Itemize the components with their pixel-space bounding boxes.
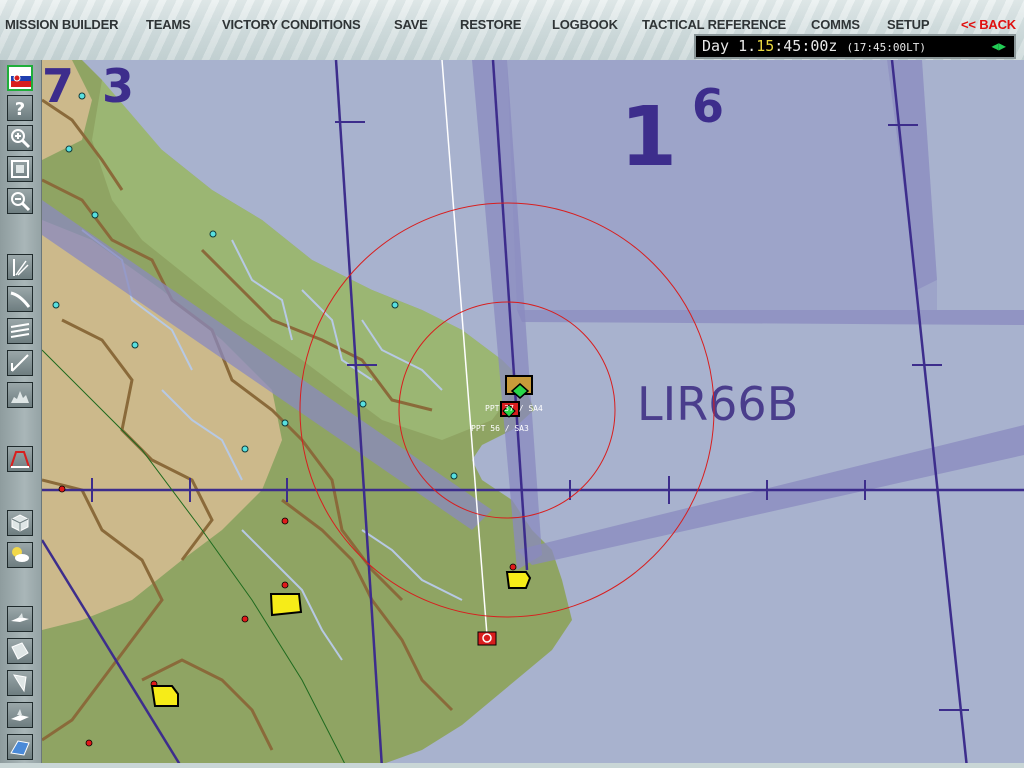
city-marker <box>150 685 179 707</box>
clock-day-label: Day <box>702 37 730 55</box>
flight-icon[interactable] <box>7 702 33 728</box>
clock-local-time: (17:45:00LT) <box>846 41 926 54</box>
grid-number-3: 3 <box>102 60 134 113</box>
zoom-out-icon[interactable] <box>7 188 33 214</box>
menu-setup[interactable]: SETUP <box>887 17 930 32</box>
map-toolbar: ? <box>0 60 42 768</box>
city-marker <box>269 593 303 617</box>
menu-save[interactable]: SAVE <box>394 17 428 32</box>
elevation-profile-icon[interactable] <box>7 446 33 472</box>
grid-number-1: 1 <box>620 90 677 185</box>
airspace-label: LIR66B <box>637 377 798 431</box>
zoom-in-icon[interactable] <box>7 125 33 151</box>
airbase-icon[interactable] <box>7 734 33 760</box>
object-layer-icon[interactable] <box>7 510 33 536</box>
mission-clock: Day 1.15:45:00z (17:45:00LT) ◀▶ <box>694 34 1016 59</box>
clock-hours: 15 <box>756 37 775 55</box>
flag-icon[interactable] <box>7 65 33 91</box>
grid-number-6: 6 <box>692 79 724 133</box>
airspace-icon[interactable] <box>7 318 33 344</box>
route-icon[interactable] <box>7 286 33 312</box>
threat-circles-icon[interactable] <box>7 254 33 280</box>
menu-victory-conditions[interactable]: VICTORY CONDITIONS <box>222 17 361 32</box>
time-compression-arrows-icon[interactable]: ◀▶ <box>992 36 1006 57</box>
ppt-label-sa3: PPT 56 / SA3 <box>471 424 529 433</box>
target-marker <box>477 631 497 646</box>
clock-minutes-seconds: :45:00z <box>774 37 838 55</box>
menu-teams[interactable]: TEAMS <box>146 17 191 32</box>
ground-unit-icon[interactable] <box>7 638 33 664</box>
weather-icon[interactable] <box>7 542 33 568</box>
menu-comms[interactable]: COMMS <box>811 17 860 32</box>
menu-restore[interactable]: RESTORE <box>460 17 521 32</box>
bottom-edge <box>0 763 1024 768</box>
bullseye-icon[interactable] <box>7 350 33 376</box>
top-menu-bar: MISSION BUILDER TEAMS VICTORY CONDITIONS… <box>0 0 1024 60</box>
city-marker <box>505 571 532 589</box>
menu-logbook[interactable]: LOGBOOK <box>552 17 618 32</box>
menu-mission-builder[interactable]: MISSION BUILDER <box>5 17 118 32</box>
help-icon[interactable]: ? <box>7 95 33 121</box>
tactical-map[interactable]: 1 6 7 3 LIR66B PPT 37 / SA4 PPT 56 / SA3 <box>42 60 1024 768</box>
clock-day: 1 <box>738 37 748 55</box>
menu-tactical-reference[interactable]: TACTICAL REFERENCE <box>642 17 786 32</box>
back-button[interactable]: << BACK <box>961 17 1016 32</box>
fit-map-icon[interactable] <box>7 156 33 182</box>
aircraft-icon[interactable] <box>7 606 33 632</box>
sam-site-sa4 <box>505 375 533 399</box>
ppt-label-sa4: PPT 37 / SA4 <box>485 404 543 413</box>
map-canvas[interactable]: 1 6 7 3 LIR66B <box>42 60 1024 768</box>
svg-text:?: ? <box>15 99 25 120</box>
radar-profile-icon[interactable] <box>7 382 33 408</box>
navy-icon[interactable] <box>7 670 33 696</box>
grid-number-7: 7 <box>42 60 74 113</box>
